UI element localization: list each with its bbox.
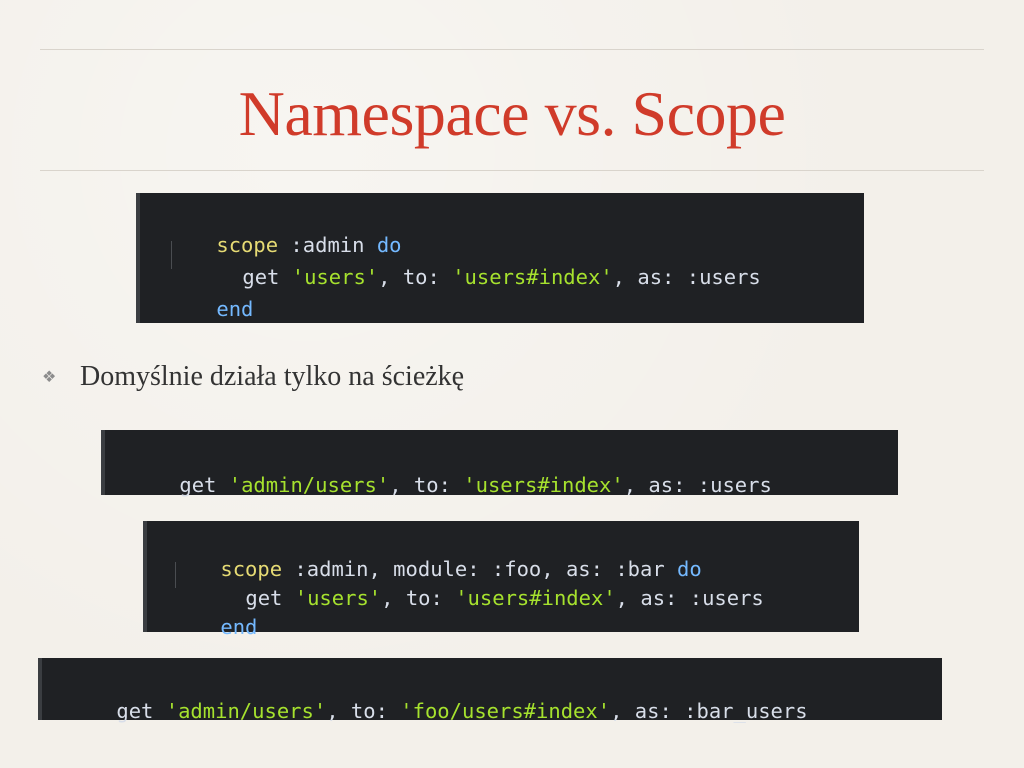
code-block-scope-module: scope :admin, module: :foo, as: :bar do …	[143, 521, 859, 639]
code-token: 'users'	[291, 265, 379, 289]
top-divider	[40, 49, 984, 50]
bullet-item: ❖ Domyślnie działa tylko na ścieżkę	[42, 361, 464, 393]
bottom-divider	[40, 170, 984, 171]
code-token: 'users#index'	[463, 473, 624, 497]
code-token: get	[116, 699, 166, 723]
code-token: , to:	[378, 265, 453, 289]
code-token: 'admin/users'	[165, 699, 327, 723]
code-token: , as: :users	[612, 265, 761, 289]
code-token: get	[179, 473, 229, 497]
code-line: get 'admin/users', to: 'foo/users#index'…	[67, 675, 808, 747]
code-line: end	[171, 591, 257, 663]
code-line: get 'users', to: 'users#index', as: :use…	[193, 241, 761, 313]
code-line: end	[167, 273, 253, 345]
code-token: end	[216, 297, 254, 321]
code-token: , as: :users	[623, 473, 772, 497]
code-token: 'users'	[294, 586, 382, 610]
bullet-icon: ❖	[42, 369, 57, 386]
slide-title: Namespace vs. Scope	[238, 78, 786, 149]
code-token: 'users#index'	[452, 265, 613, 289]
code-token: , to:	[326, 699, 401, 723]
code-token: 'users#index'	[455, 586, 616, 610]
code-token: end	[220, 615, 258, 639]
indent-guide	[175, 562, 176, 588]
code-token: , to:	[381, 586, 456, 610]
bullet-text: Domyślnie działa tylko na ścieżkę	[80, 361, 465, 392]
code-block-expanded-path: get 'admin/users', to: 'users#index', as…	[101, 430, 898, 497]
code-line: get 'admin/users', to: 'users#index', as…	[130, 449, 772, 521]
code-line: get 'users', to: 'users#index', as: :use…	[196, 562, 764, 634]
code-token: , as: :bar_users	[610, 699, 808, 723]
code-block-scope: scope :admin do get 'users', to: 'users#…	[136, 193, 864, 323]
code-block-expanded-module: get 'admin/users', to: 'foo/users#index'…	[38, 658, 942, 723]
code-token: , to:	[389, 473, 464, 497]
code-token: 'admin/users'	[228, 473, 390, 497]
code-token: , as: :users	[615, 586, 764, 610]
indent-guide	[171, 241, 172, 269]
code-token: 'foo/users#index'	[400, 699, 611, 723]
